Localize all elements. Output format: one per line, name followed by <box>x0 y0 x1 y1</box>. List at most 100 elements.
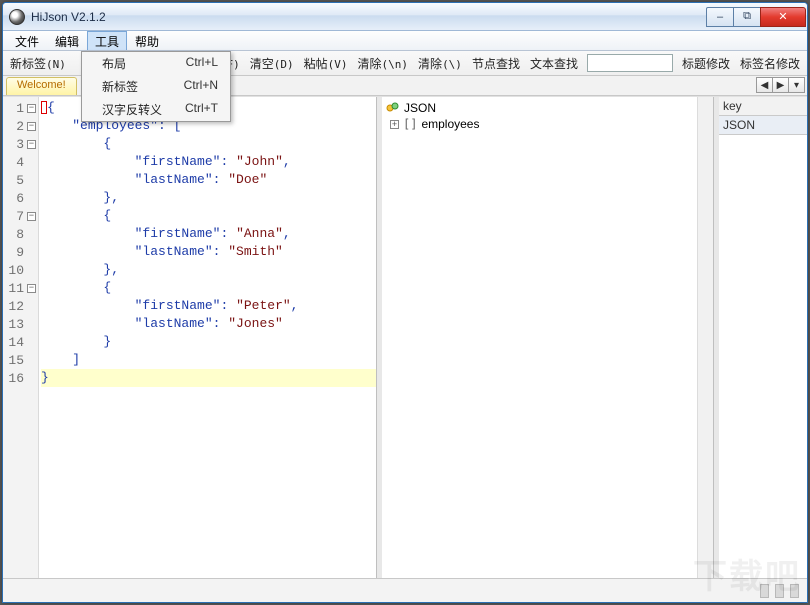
properties-pane: key JSON <box>719 97 807 578</box>
toolbar-paste-label: 粘帖 <box>304 57 328 71</box>
line-gutter: 1−2−3−4567−891011−1213141516 <box>3 97 39 578</box>
tab-nav-right[interactable]: ▶ <box>772 77 789 93</box>
toolbar-remove-newline[interactable]: 清除(\n) <box>353 52 414 75</box>
toolbar-text-find[interactable]: 文本查找 <box>525 52 583 75</box>
toolbar-clear-label: 清空 <box>250 57 274 71</box>
fold-toggle[interactable]: − <box>27 212 36 221</box>
tree-child-0[interactable]: + [] employees <box>386 116 709 132</box>
tab-nav-menu[interactable]: ▾ <box>788 77 805 93</box>
menubar: 文件 编辑 工具 帮助 <box>3 31 807 51</box>
code-line: "lastName": "Smith" <box>41 243 376 261</box>
gutter-line: 5 <box>3 171 38 189</box>
toolbar-new-tab-label: 新标签 <box>10 57 46 71</box>
content-area: 1−2−3−4567−891011−1213141516 { "employee… <box>3 96 807 578</box>
code-line: "firstName": "John", <box>41 153 376 171</box>
gutter-line: 16 <box>3 369 38 387</box>
toolbar-search-input[interactable] <box>587 54 673 72</box>
toolbar-paste[interactable]: 粘帖(V) <box>299 52 353 75</box>
json-root-icon <box>386 101 400 115</box>
code-line: "firstName": "Anna", <box>41 225 376 243</box>
close-icon: ✕ <box>778 10 787 23</box>
fold-toggle[interactable]: − <box>27 284 36 293</box>
code-area[interactable]: { "employees": [ { "firstName": "John", … <box>39 97 376 578</box>
dropdown-item-unescape-label: 汉字反转义 <box>102 101 162 118</box>
dropdown-item-unescape[interactable]: 汉字反转义 Ctrl+T <box>82 98 230 121</box>
window-title: HiJson V2.1.2 <box>31 10 707 24</box>
gutter-line: 14 <box>3 333 38 351</box>
toolbar-new-tab-key: (N) <box>46 58 66 71</box>
expand-icon[interactable]: + <box>390 120 399 129</box>
code-line: { <box>41 207 376 225</box>
menu-file[interactable]: 文件 <box>7 31 47 50</box>
dropdown-item-unescape-shortcut: Ctrl+T <box>185 101 218 118</box>
toolbar-remove-newline-label: 清除 <box>358 57 382 71</box>
gutter-line: 13 <box>3 315 38 333</box>
gutter-line: 11− <box>3 279 38 297</box>
status-segment <box>790 584 799 598</box>
maximize-icon: ⧉ <box>743 10 751 23</box>
gutter-line: 6 <box>3 189 38 207</box>
app-window: HiJson V2.1.2 – ⧉ ✕ 文件 编辑 工具 帮助 新标签(N) 化… <box>2 2 808 603</box>
toolbar-tabname-edit[interactable]: 标签名修改 <box>735 52 805 75</box>
titlebar[interactable]: HiJson V2.1.2 – ⧉ ✕ <box>3 3 807 31</box>
code-line: "lastName": "Jones" <box>41 315 376 333</box>
fold-toggle[interactable]: − <box>27 122 36 131</box>
statusbar <box>3 578 807 602</box>
gutter-line: 15 <box>3 351 38 369</box>
minimize-button[interactable]: – <box>706 7 734 27</box>
toolbar-remove-backslash[interactable]: 清除(\) <box>413 52 467 75</box>
app-icon <box>9 9 25 25</box>
code-line: } <box>41 333 376 351</box>
toolbar-remove-backslash-label: 清除 <box>418 57 442 71</box>
menu-tools[interactable]: 工具 <box>87 31 127 50</box>
status-segment <box>760 584 769 598</box>
dropdown-item-layout-shortcut: Ctrl+L <box>186 55 218 72</box>
gutter-line: 2− <box>3 117 38 135</box>
gutter-line: 8 <box>3 225 38 243</box>
toolbar-clear[interactable]: 清空(D) <box>245 52 299 75</box>
dropdown-item-newtab-shortcut: Ctrl+N <box>184 78 218 95</box>
toolbar-remove-newline-key: (\n) <box>382 58 409 71</box>
toolbar-new-tab[interactable]: 新标签(N) <box>5 52 71 75</box>
maximize-button[interactable]: ⧉ <box>733 7 761 27</box>
menu-edit[interactable]: 编辑 <box>47 31 87 50</box>
code-line: }, <box>41 261 376 279</box>
tab-welcome[interactable]: Welcome! <box>6 77 77 95</box>
tree-child-0-label: employees <box>421 117 479 131</box>
code-line: "lastName": "Doe" <box>41 171 376 189</box>
tree-root-label: JSON <box>404 101 436 115</box>
fold-toggle[interactable]: − <box>27 140 36 149</box>
code-line: } <box>41 369 376 387</box>
tab-nav-left[interactable]: ◀ <box>756 77 773 93</box>
gutter-line: 1− <box>3 99 38 117</box>
menu-help[interactable]: 帮助 <box>127 31 167 50</box>
gutter-line: 3− <box>3 135 38 153</box>
minimize-icon: – <box>717 11 723 23</box>
toolbar-node-find[interactable]: 节点查找 <box>467 52 525 75</box>
toolbar-paste-key: (V) <box>328 58 348 71</box>
window-controls: – ⧉ ✕ <box>707 7 806 27</box>
array-icon: [] <box>403 117 417 131</box>
code-line: "firstName": "Peter", <box>41 297 376 315</box>
toolbar-remove-backslash-key: (\) <box>442 58 462 71</box>
dropdown-item-newtab-label: 新标签 <box>102 78 138 95</box>
tree-pane[interactable]: JSON + [] employees <box>382 97 714 578</box>
dropdown-item-layout-label: 布局 <box>102 55 126 72</box>
tree-root[interactable]: JSON <box>386 100 709 116</box>
gutter-line: 12 <box>3 297 38 315</box>
fold-toggle[interactable]: − <box>27 104 36 113</box>
code-line: ] <box>41 351 376 369</box>
tools-dropdown: 布局 Ctrl+L 新标签 Ctrl+N 汉字反转义 Ctrl+T <box>81 51 231 122</box>
dropdown-item-newtab[interactable]: 新标签 Ctrl+N <box>82 75 230 98</box>
properties-row-0[interactable]: JSON <box>719 116 807 135</box>
dropdown-item-layout[interactable]: 布局 Ctrl+L <box>82 52 230 75</box>
code-line: { <box>41 279 376 297</box>
toolbar-title-edit[interactable]: 标题修改 <box>677 52 735 75</box>
close-button[interactable]: ✕ <box>760 7 806 27</box>
properties-header: key <box>719 97 807 116</box>
gutter-line: 9 <box>3 243 38 261</box>
editor-pane[interactable]: 1−2−3−4567−891011−1213141516 { "employee… <box>3 97 377 578</box>
tree-scrollbar[interactable] <box>697 97 713 578</box>
gutter-line: 10 <box>3 261 38 279</box>
toolbar-clear-key: (D) <box>274 58 294 71</box>
